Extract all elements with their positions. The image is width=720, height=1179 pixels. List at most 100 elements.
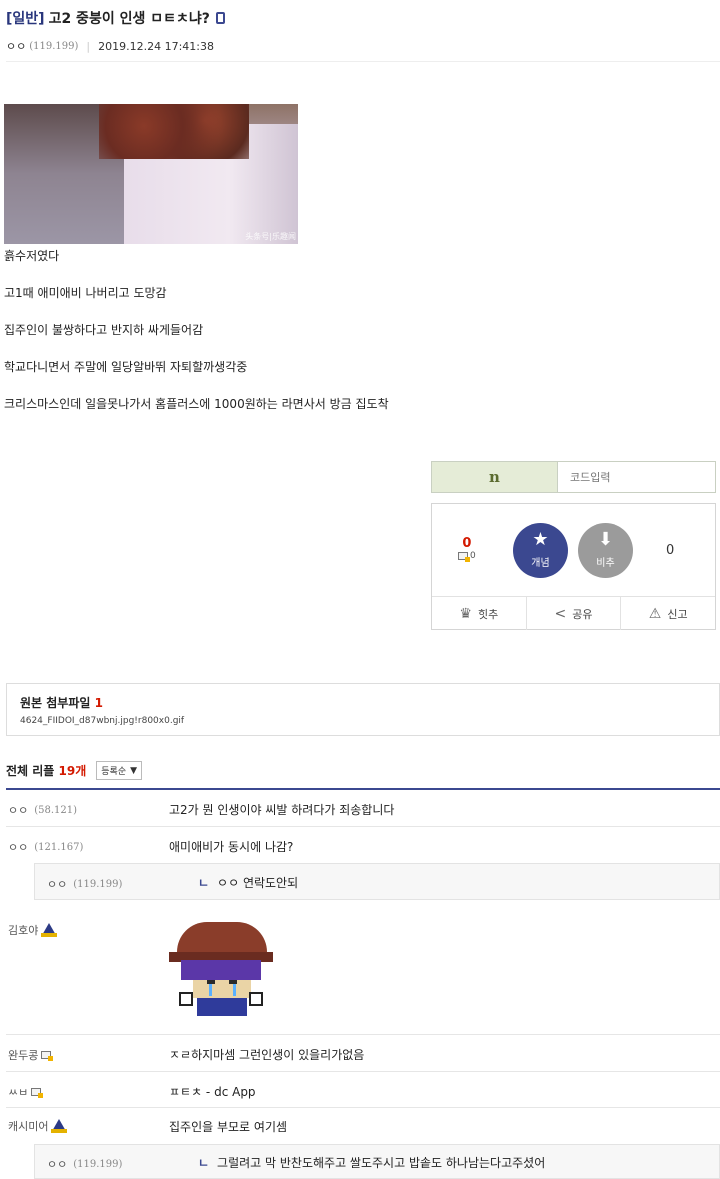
- comment-nick[interactable]: 완두콩: [8, 1047, 54, 1063]
- share-label: 공유: [572, 607, 593, 621]
- share-button[interactable]: < 공유: [525, 597, 621, 630]
- upvote-count: 0: [462, 536, 472, 551]
- siren-icon: ⚠: [648, 605, 662, 622]
- comments-title-text: 전체 리플: [6, 764, 55, 778]
- comment-nick[interactable]: ㅇㅇ (58.121): [8, 802, 77, 818]
- post-title-text: 고2 중붕이 인생 ㅁㅌㅊ냐?: [48, 11, 210, 27]
- post-body-line: 집주인이 불쌍하다고 반지하 싸게들어감: [4, 323, 204, 337]
- comment-ip: (121.167): [34, 841, 84, 853]
- comment-row: ㅆㅂ ㅍㅌㅊ - dc App: [6, 1072, 720, 1108]
- comment-text: ㅍㅌㅊ - dc App: [169, 1085, 256, 1099]
- comments-title: 전체 리플 19개: [6, 762, 86, 779]
- comment-row: ㅇㅇ (121.167) 애미애비가 동시에 나감?: [6, 827, 720, 863]
- fix-upvote-count: 0: [470, 551, 476, 561]
- dccon-paw: [179, 992, 193, 1006]
- comment-nick-name: 완두콩: [8, 1049, 39, 1062]
- captcha-image: n: [432, 462, 558, 492]
- comment-row: 완두콩 ㅈㄹ하지마셈 그런인생이 있을리가없음: [6, 1035, 720, 1072]
- meta-separator: |: [86, 39, 91, 53]
- comment-nick[interactable]: 김호야: [8, 922, 58, 938]
- vote-actions: ♛ 힛추 < 공유 ⚠ 신고: [432, 596, 715, 630]
- post-image[interactable]: 头条号|乐趣闻: [4, 104, 298, 244]
- reply-text: 그럴려고 막 반찬도해주고 쌀도주시고 밥솥도 하나남는다고주셨어: [217, 1156, 546, 1170]
- comment-text: ㅈㄹ하지마셈 그런인생이 있을리가없음: [169, 1048, 365, 1062]
- comment-row: 김호야: [6, 911, 720, 1035]
- post-body-line: 고1때 애미애비 나버리고 도망감: [4, 286, 167, 300]
- report-button[interactable]: ⚠ 신고: [620, 597, 715, 630]
- post-body-line: 크리스마스인데 일을못나가서 홈플러스에 1000원하는 라면사서 방금 집도착: [4, 397, 389, 411]
- comment-nick-name: ㅇㅇ: [8, 841, 29, 854]
- hit-recommend-button[interactable]: ♛ 힛추: [432, 597, 526, 630]
- upvote-button[interactable]: ★ 개념: [513, 523, 568, 578]
- fixed-nick-icon: [41, 1051, 54, 1061]
- post-author-ip: (119.199): [29, 40, 79, 52]
- post-body-line: 흙수저였다: [4, 249, 60, 263]
- dccon-tear: [209, 984, 212, 996]
- attachment-title: 원본 첨부파일: [20, 696, 91, 710]
- vote-top: 0 0 ★ 개념 ⬇ 비추 0: [432, 504, 715, 596]
- comment-ip: (58.121): [34, 804, 78, 816]
- post-body-line: 학교다니면서 주말에 일당알바뛰 자퇴할까생각중: [4, 360, 248, 374]
- downvote-button[interactable]: ⬇ 비추: [578, 523, 633, 578]
- dccon-hair: [181, 960, 261, 980]
- chevron-down-icon: ▼: [130, 765, 138, 776]
- star-icon: ★: [532, 529, 549, 550]
- post-author[interactable]: ㅇㅇ: [6, 38, 26, 54]
- downvote-label: 비추: [596, 558, 615, 569]
- image-watermark: 头条号|乐趣闻: [245, 232, 296, 241]
- recommend-box: n 0 0 ★ 개념 ⬇ 비추 0 ♛ 힛추: [431, 461, 716, 630]
- comment-text: 집주인을 부모로 여기셈: [169, 1120, 288, 1134]
- comment-nick-name: ㅇㅇ: [8, 804, 29, 817]
- comments-count: 19개: [58, 764, 87, 778]
- comment-text: ㄴㅇㅇ 연락도안되: [198, 874, 298, 891]
- comment-ip: (119.199): [73, 878, 123, 890]
- comments-header: 전체 리플 19개 등록순 ▼: [6, 761, 143, 780]
- comment-nick[interactable]: ㅇㅇ (119.199): [47, 876, 122, 892]
- gallog-icon: [51, 1119, 68, 1133]
- comment-text: ㄴ 그럴려고 막 반찬도해주고 쌀도주시고 밥솥도 하나남는다고주셨어: [198, 1154, 545, 1171]
- comment-nick[interactable]: ㅇㅇ (121.167): [8, 839, 83, 855]
- post-meta: ㅇㅇ (119.199) | 2019.12.24 17:41:38: [6, 38, 214, 54]
- gallog-icon: [41, 923, 58, 937]
- fix-upvote-counter: 0: [458, 551, 476, 562]
- attachment-label: 원본 첨부파일 1: [20, 694, 719, 711]
- comment-nick-name: 캐시미어: [8, 1120, 49, 1133]
- header-divider: [6, 61, 720, 62]
- vote-box: 0 0 ★ 개념 ⬇ 비추 0 ♛ 힛추 < 공유 ⚠ 신고: [431, 503, 716, 630]
- comment-nick-name: ㅇㅇ: [47, 1158, 68, 1171]
- arrow-down-icon: ⬇: [597, 529, 614, 550]
- comment-nick-name: ㅇㅇ: [47, 878, 68, 891]
- upvote-label: 개념: [531, 558, 550, 569]
- post-title: [일반] 고2 중붕이 인생 ㅁㅌㅊ냐?: [6, 8, 225, 28]
- comment-row: 캐시미어 집주인을 부모로 여기셈: [6, 1108, 720, 1144]
- post-date: 2019.12.24 17:41:38: [98, 39, 215, 53]
- reply-mark-icon: ㄴ: [198, 1156, 210, 1170]
- fixed-nick-icon: [458, 552, 470, 562]
- comment-nick[interactable]: ㅇㅇ (119.199): [47, 1156, 122, 1172]
- comment-text: 애미애비가 동시에 나감?: [169, 840, 294, 854]
- reply-row: ㅇㅇ (119.199) ㄴㅇㅇ 연락도안되: [34, 863, 720, 900]
- comment-sort-select[interactable]: 등록순 ▼: [96, 761, 143, 780]
- captcha-row: n: [431, 461, 716, 493]
- comment-nick-name: 김호야: [8, 924, 39, 937]
- fixed-nick-icon: [31, 1088, 44, 1098]
- reply-text: ㅇㅇ 연락도안되: [217, 876, 299, 890]
- attachment-box: 원본 첨부파일 1 4624_FIIDOI_d87wbnj.jpg!r800x0…: [6, 683, 720, 736]
- captcha-code-input[interactable]: [558, 462, 715, 492]
- comment-ip: (119.199): [73, 1158, 123, 1170]
- comment-nick[interactable]: 캐시미어: [8, 1118, 68, 1134]
- comment-nick[interactable]: ㅆㅂ: [8, 1084, 44, 1100]
- comment-row: ㅇㅇ (58.121) 고2가 뭔 인생이야 씨발 하려다가 죄송합니다: [6, 790, 720, 827]
- comment-nick-name: ㅆㅂ: [8, 1086, 29, 1099]
- dccon-body: [197, 998, 247, 1016]
- dccon-image[interactable]: [169, 922, 273, 1018]
- reply-row: ㅇㅇ (119.199) ㄴ 그럴려고 막 반찬도해주고 쌀도주시고 밥솥도 하나…: [34, 1144, 720, 1179]
- hit-recommend-label: 힛추: [477, 607, 499, 621]
- attachment-file-link[interactable]: 4624_FIIDOI_d87wbnj.jpg!r800x0.gif: [20, 716, 719, 726]
- upvote-counter: 0 0: [458, 536, 476, 562]
- image-leaves: [99, 104, 249, 159]
- share-icon: <: [554, 605, 567, 622]
- attachment-count: 1: [94, 696, 103, 710]
- downvote-count: 0: [666, 543, 675, 558]
- post-head: [일반]: [6, 11, 45, 27]
